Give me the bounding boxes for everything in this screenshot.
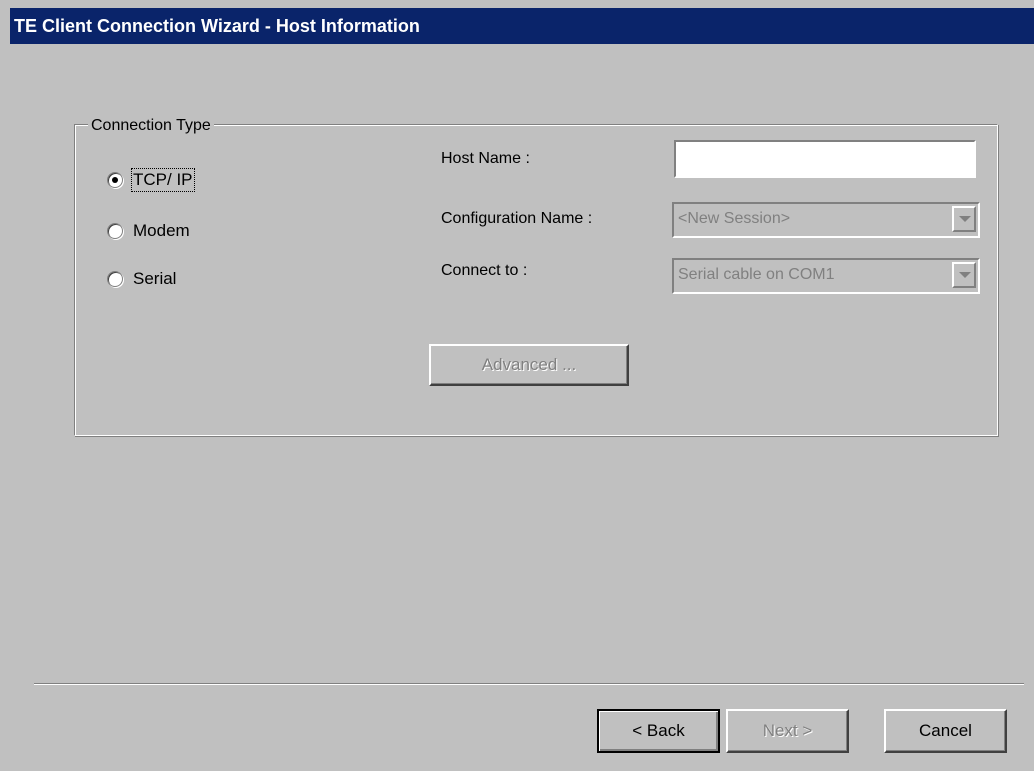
radio-tcpip-indicator[interactable] [107,172,123,188]
radio-modem-label: Modem [133,221,190,240]
connection-type-legend: Connection Type [88,117,214,135]
configuration-name-combo[interactable]: <New Session> [672,202,980,238]
radio-serial-indicator[interactable] [107,271,123,287]
radio-modem-indicator[interactable] [107,223,123,239]
radio-tcpip[interactable]: TCP/ IP [107,168,195,192]
window-title: TE Client Connection Wizard - Host Infor… [14,16,420,36]
cancel-button[interactable]: Cancel [884,709,1007,753]
connect-to-value: Serial cable on COM1 [678,266,835,283]
host-name-input[interactable] [674,140,976,178]
next-button[interactable]: Next > [726,709,849,753]
radio-tcpip-label: TCP/ IP [131,168,195,192]
back-button[interactable]: < Back [597,709,720,753]
advanced-button[interactable]: Advanced ... [429,344,629,386]
radio-modem[interactable]: Modem [107,221,190,241]
connect-to-combo[interactable]: Serial cable on COM1 [672,258,980,294]
title-bar[interactable]: TE Client Connection Wizard - Host Infor… [10,8,1034,44]
connect-to-label: Connect to : [441,262,528,279]
configuration-name-label: Configuration Name : [441,210,593,227]
configuration-name-value: <New Session> [678,210,791,227]
chevron-down-icon[interactable] [952,206,976,232]
host-name-label: Host Name : [441,150,530,167]
wizard-window: TE Client Connection Wizard - Host Infor… [0,0,1034,771]
radio-serial-label: Serial [133,269,177,288]
chevron-down-icon[interactable] [952,262,976,288]
footer-divider [34,683,1024,685]
radio-serial[interactable]: Serial [107,269,176,289]
